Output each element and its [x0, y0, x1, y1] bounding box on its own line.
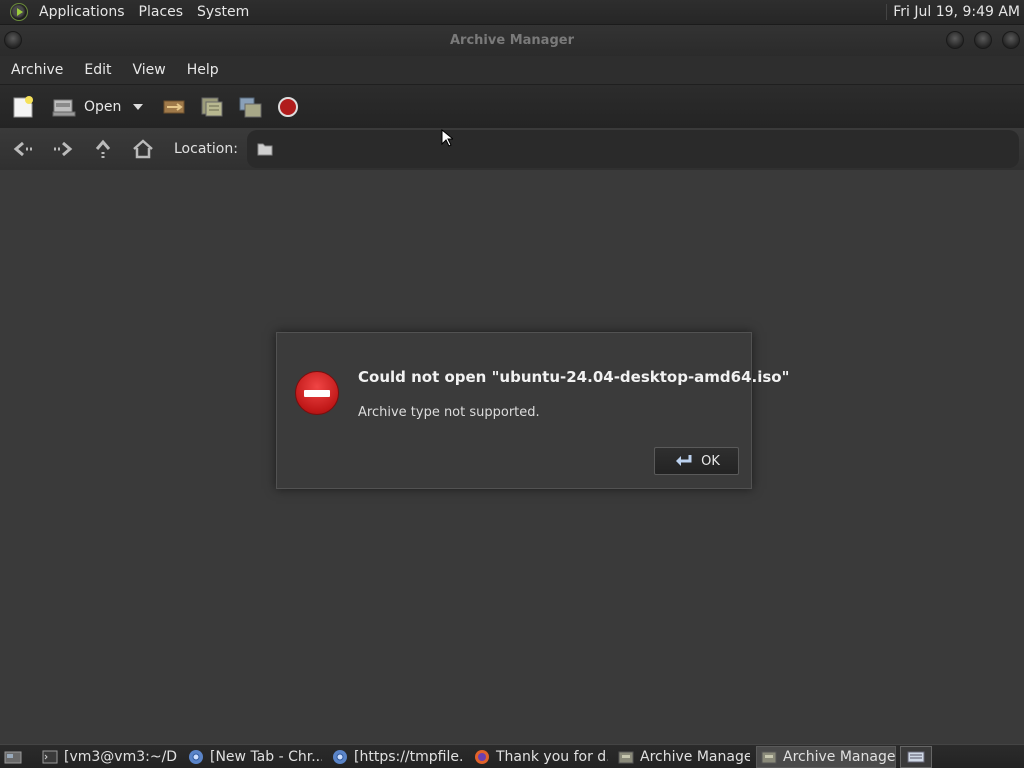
menubar: Archive Edit View Help — [0, 56, 1024, 84]
extract-icon — [163, 100, 185, 113]
open-button[interactable]: Open — [52, 90, 144, 124]
stop-icon — [278, 96, 299, 117]
back-button[interactable] — [10, 136, 36, 162]
ok-button[interactable]: OK — [654, 447, 739, 475]
add-folder-button[interactable] — [237, 90, 263, 124]
location-label: Location: — [174, 141, 238, 157]
forward-arrow-icon — [54, 141, 73, 157]
mouse-cursor-icon — [441, 129, 453, 147]
home-button[interactable] — [130, 136, 156, 162]
error-icon — [295, 371, 339, 415]
taskbar-item-label: [New Tab - Chr... — [210, 748, 322, 765]
taskbar-item-archive-manager-active[interactable]: Archive Manager — [756, 745, 896, 768]
show-desktop-button[interactable] — [2, 747, 24, 767]
taskbar-item-label: Thank you for d... — [496, 748, 608, 765]
archive-manager-icon — [618, 751, 634, 763]
keyboard-icon — [907, 751, 925, 762]
ok-label: OK — [701, 453, 720, 469]
menu-edit[interactable]: Edit — [73, 62, 121, 78]
keyboard-tray-icon[interactable] — [900, 745, 932, 768]
clock[interactable]: Fri Jul 19, 9:49 AM — [886, 4, 1024, 20]
terminal-icon — [42, 750, 58, 763]
chromium-icon — [189, 749, 203, 764]
taskbar-item-label: [https://tmpfile... — [354, 748, 464, 765]
taskbar-item-label: [vm3@vm3:~/D... — [64, 748, 178, 765]
menu-archive[interactable]: Archive — [0, 62, 73, 78]
chromium-icon — [333, 749, 347, 764]
menu-help[interactable]: Help — [176, 62, 229, 78]
extract-button[interactable] — [161, 90, 187, 124]
folder-icon — [257, 143, 273, 156]
maximize-button[interactable] — [974, 31, 992, 49]
top-panel: Applications Places System Fri Jul 19, 9… — [0, 0, 1024, 25]
ok-return-icon — [676, 455, 692, 466]
add-folder-icon — [239, 97, 262, 117]
dialog-message: Archive type not supported. — [358, 405, 540, 420]
taskbar-item-chromium-newtab[interactable]: [New Tab - Chr... — [184, 746, 322, 768]
new-archive-button[interactable] — [10, 90, 36, 124]
up-arrow-icon — [95, 139, 111, 158]
add-files-icon — [201, 97, 223, 116]
taskbar-item-terminal[interactable]: [vm3@vm3:~/D... — [38, 746, 178, 768]
up-button[interactable] — [90, 136, 116, 162]
main-menu-logo-icon[interactable] — [10, 3, 28, 21]
taskbar-item-archive-manager[interactable]: Archive Manager — [614, 746, 750, 768]
dialog-title: Could not open "ubuntu-24.04-desktop-amd… — [358, 368, 790, 386]
taskbar-item-chromium-tmpfile[interactable]: [https://tmpfile... — [328, 746, 464, 768]
toolbar: Open — [0, 84, 1024, 128]
forward-button[interactable] — [50, 136, 76, 162]
taskbar-item-label: Archive Manager — [783, 748, 896, 765]
new-archive-icon — [13, 95, 33, 117]
location-field[interactable] — [247, 130, 1019, 168]
archive-manager-icon — [761, 751, 777, 763]
window-menu-button[interactable] — [4, 31, 22, 49]
home-icon — [133, 139, 153, 159]
stop-button[interactable] — [277, 90, 299, 124]
menu-view[interactable]: View — [122, 62, 176, 78]
places-menu[interactable]: Places — [132, 4, 191, 20]
bottom-taskbar: [vm3@vm3:~/D... [New Tab - Chr... [https… — [0, 744, 1024, 768]
applications-menu[interactable]: Applications — [32, 4, 132, 20]
window-titlebar[interactable]: Archive Manager — [0, 25, 1024, 56]
show-desktop-icon — [4, 751, 22, 763]
close-button[interactable] — [1002, 31, 1020, 49]
add-files-button[interactable] — [199, 90, 225, 124]
open-dropdown-arrow-icon[interactable] — [133, 103, 144, 110]
location-bar: Location: — [0, 128, 1024, 170]
back-arrow-icon — [13, 141, 32, 157]
open-archive-icon — [52, 99, 76, 116]
error-dialog: Could not open "ubuntu-24.04-desktop-amd… — [276, 332, 789, 489]
taskbar-item-firefox[interactable]: Thank you for d... — [470, 746, 608, 768]
firefox-icon — [475, 749, 489, 764]
open-label: Open — [84, 98, 122, 115]
window-title: Archive Manager — [450, 33, 574, 48]
minimize-button[interactable] — [946, 31, 964, 49]
system-menu[interactable]: System — [190, 4, 256, 20]
taskbar-item-label: Archive Manager — [640, 748, 750, 765]
